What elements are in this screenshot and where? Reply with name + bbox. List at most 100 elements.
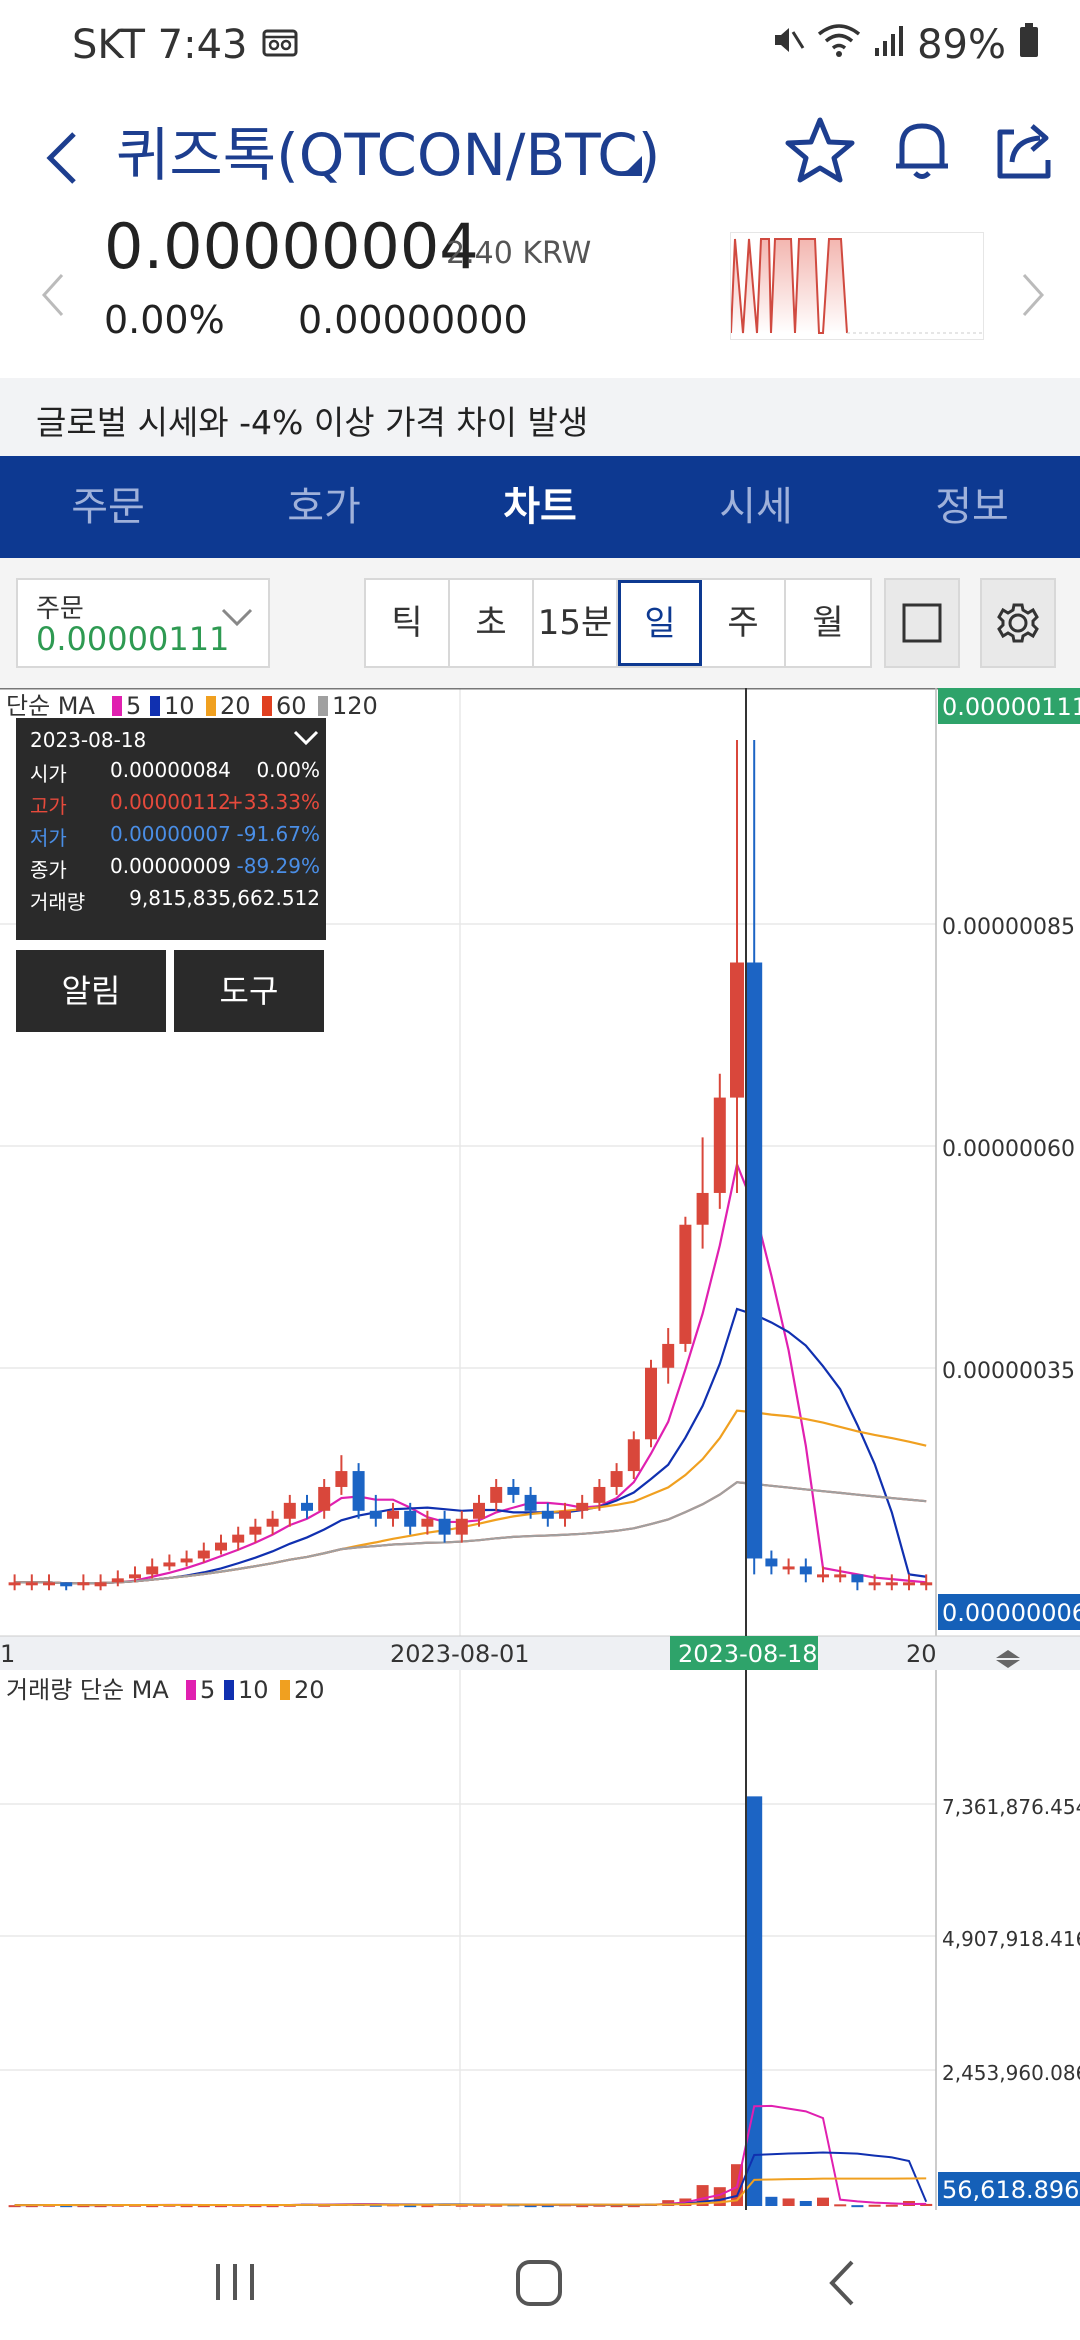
ma-legend-label: 단순 MA xyxy=(6,692,95,720)
candle-body xyxy=(318,1486,331,1511)
tab-order[interactable]: 주문 xyxy=(0,456,216,558)
candle-body xyxy=(473,1502,485,1519)
ma10-swatch xyxy=(150,696,160,716)
market-title[interactable]: 퀴즈톡(QTCON/BTC) xyxy=(116,108,660,192)
x-tick: 20 xyxy=(906,1640,937,1668)
tooltip-header: 2023-08-18 xyxy=(30,728,320,758)
ma120-swatch xyxy=(318,696,328,716)
order-price-select[interactable]: 주문 0.00000111 xyxy=(16,578,270,668)
volume-legend-label: 거래량 단순 MA xyxy=(6,1676,169,1704)
ohlc-tooltip: 2023-08-18 시가 0.00000084 0.00% 고가 0.00000112… xyxy=(16,718,326,940)
interval-month[interactable]: 월 xyxy=(786,580,870,666)
tooltip-key: 거래량 xyxy=(30,890,86,914)
interval-tick[interactable]: 틱 xyxy=(366,580,450,666)
mute-icon xyxy=(769,22,805,68)
signal-icon xyxy=(873,22,905,68)
tooltip-date: 2023-08-18 xyxy=(30,728,147,752)
tools-button[interactable]: 도구 xyxy=(174,950,324,1032)
interval-week[interactable]: 주 xyxy=(702,580,786,666)
vol-ma10-swatch xyxy=(224,1680,234,1700)
tab-quotes[interactable]: 시세 xyxy=(648,456,864,558)
nav-back-icon[interactable] xyxy=(824,2258,860,2312)
ma5-swatch xyxy=(112,696,122,716)
current-price: 0.00000004 xyxy=(104,210,479,283)
chart-controls: 주문 0.00000111 틱 초 15분 일 주 월 xyxy=(0,558,1080,688)
candle-body xyxy=(146,1566,159,1575)
ma120-label: 120 xyxy=(332,692,378,720)
interval-15min[interactable]: 15분 xyxy=(534,580,618,666)
candle-body xyxy=(524,1494,537,1511)
candle-body xyxy=(60,1582,73,1587)
volume-bar xyxy=(834,2204,847,2207)
candle-body xyxy=(576,1502,589,1511)
tooltip-collapse-icon[interactable] xyxy=(292,728,320,753)
candle-body xyxy=(232,1534,245,1543)
candle-body xyxy=(455,1518,468,1535)
candle-body xyxy=(8,1582,21,1586)
candle-body xyxy=(94,1582,107,1587)
volume-bar xyxy=(799,2200,812,2206)
prev-market-icon[interactable] xyxy=(34,265,74,325)
next-market-icon[interactable] xyxy=(1012,265,1052,325)
tooltip-value: 0.00000084 xyxy=(110,758,231,782)
battery-level: 89% xyxy=(917,22,1006,68)
tab-chart[interactable]: 차트 xyxy=(432,456,648,558)
alert-button[interactable]: 알림 xyxy=(16,950,166,1032)
notice-text: 글로벌 시세와 -4% 이상 가격 차이 발생 xyxy=(36,403,589,442)
home-icon[interactable] xyxy=(514,2258,564,2312)
tooltip-row: 저가 0.00000007 -91.67% xyxy=(30,822,320,852)
alarm-bell-icon[interactable] xyxy=(882,110,962,190)
tab-orderbook[interactable]: 호가 xyxy=(216,456,432,558)
candle-body xyxy=(765,1558,778,1567)
tooltip-value: 0.00000007 xyxy=(110,822,231,846)
price-gap-notice: 글로벌 시세와 -4% 이상 가격 차이 발생 xyxy=(0,378,1080,456)
ma60-swatch xyxy=(262,696,272,716)
interval-selector: 틱 초 15분 일 주 월 xyxy=(364,578,872,668)
tooltip-value: 0.00000009 xyxy=(110,854,231,878)
candle-body xyxy=(541,1510,554,1519)
tooltip-row: 종가 0.00000009 -89.29% xyxy=(30,854,320,884)
candle-body xyxy=(593,1486,606,1503)
tape-icon xyxy=(262,22,298,68)
market-dropdown-icon[interactable] xyxy=(620,154,644,182)
candle-body xyxy=(885,1582,898,1586)
candle-body xyxy=(404,1510,417,1527)
system-nav-bar xyxy=(0,2210,1080,2340)
candle-body xyxy=(43,1582,55,1586)
tooltip-row: 거래량 9,815,835,662.512 xyxy=(30,886,320,916)
candle-body xyxy=(817,1574,829,1578)
tooltip-percent: 0.00% xyxy=(256,758,320,782)
tab-info[interactable]: 정보 xyxy=(864,456,1080,558)
carrier-time: SKT 7:43 xyxy=(72,22,248,68)
ma20-label: 20 xyxy=(220,692,251,720)
status-right: 89% xyxy=(769,22,1040,68)
candle-body xyxy=(77,1582,90,1586)
favorite-star-icon[interactable] xyxy=(780,110,860,190)
candle-body xyxy=(387,1510,399,1519)
status-bar: SKT 7:43 89% xyxy=(0,0,1080,96)
candle-body xyxy=(490,1486,503,1503)
vol-y-tick: 4,907,918.416 xyxy=(942,1927,1080,1951)
ma20-swatch xyxy=(206,696,216,716)
candle-body xyxy=(197,1550,210,1559)
tooltip-key: 고가 xyxy=(30,794,67,818)
candle-body xyxy=(129,1574,141,1579)
x-tick: 1 xyxy=(0,1640,15,1668)
main-tabs: 주문 호가 차트 시세 정보 xyxy=(0,456,1080,558)
recent-apps-icon[interactable] xyxy=(212,2260,258,2308)
share-icon[interactable] xyxy=(984,110,1064,190)
candle-body xyxy=(782,1566,795,1570)
tooltip-key: 종가 xyxy=(30,858,67,882)
status-left: SKT 7:43 xyxy=(72,22,298,68)
candle-body xyxy=(559,1510,571,1519)
settings-gear-icon[interactable] xyxy=(980,578,1056,668)
candle-body xyxy=(662,1343,675,1368)
wifi-icon xyxy=(817,22,861,68)
candle-body xyxy=(369,1510,382,1519)
high-price-badge-text: 0.00000111 xyxy=(942,693,1080,721)
price-krw: 2.40 KRW xyxy=(446,236,592,271)
back-button[interactable] xyxy=(36,116,92,196)
interval-second[interactable]: 초 xyxy=(450,580,534,666)
interval-day[interactable]: 일 xyxy=(618,580,702,666)
fullscreen-button[interactable] xyxy=(884,578,960,668)
